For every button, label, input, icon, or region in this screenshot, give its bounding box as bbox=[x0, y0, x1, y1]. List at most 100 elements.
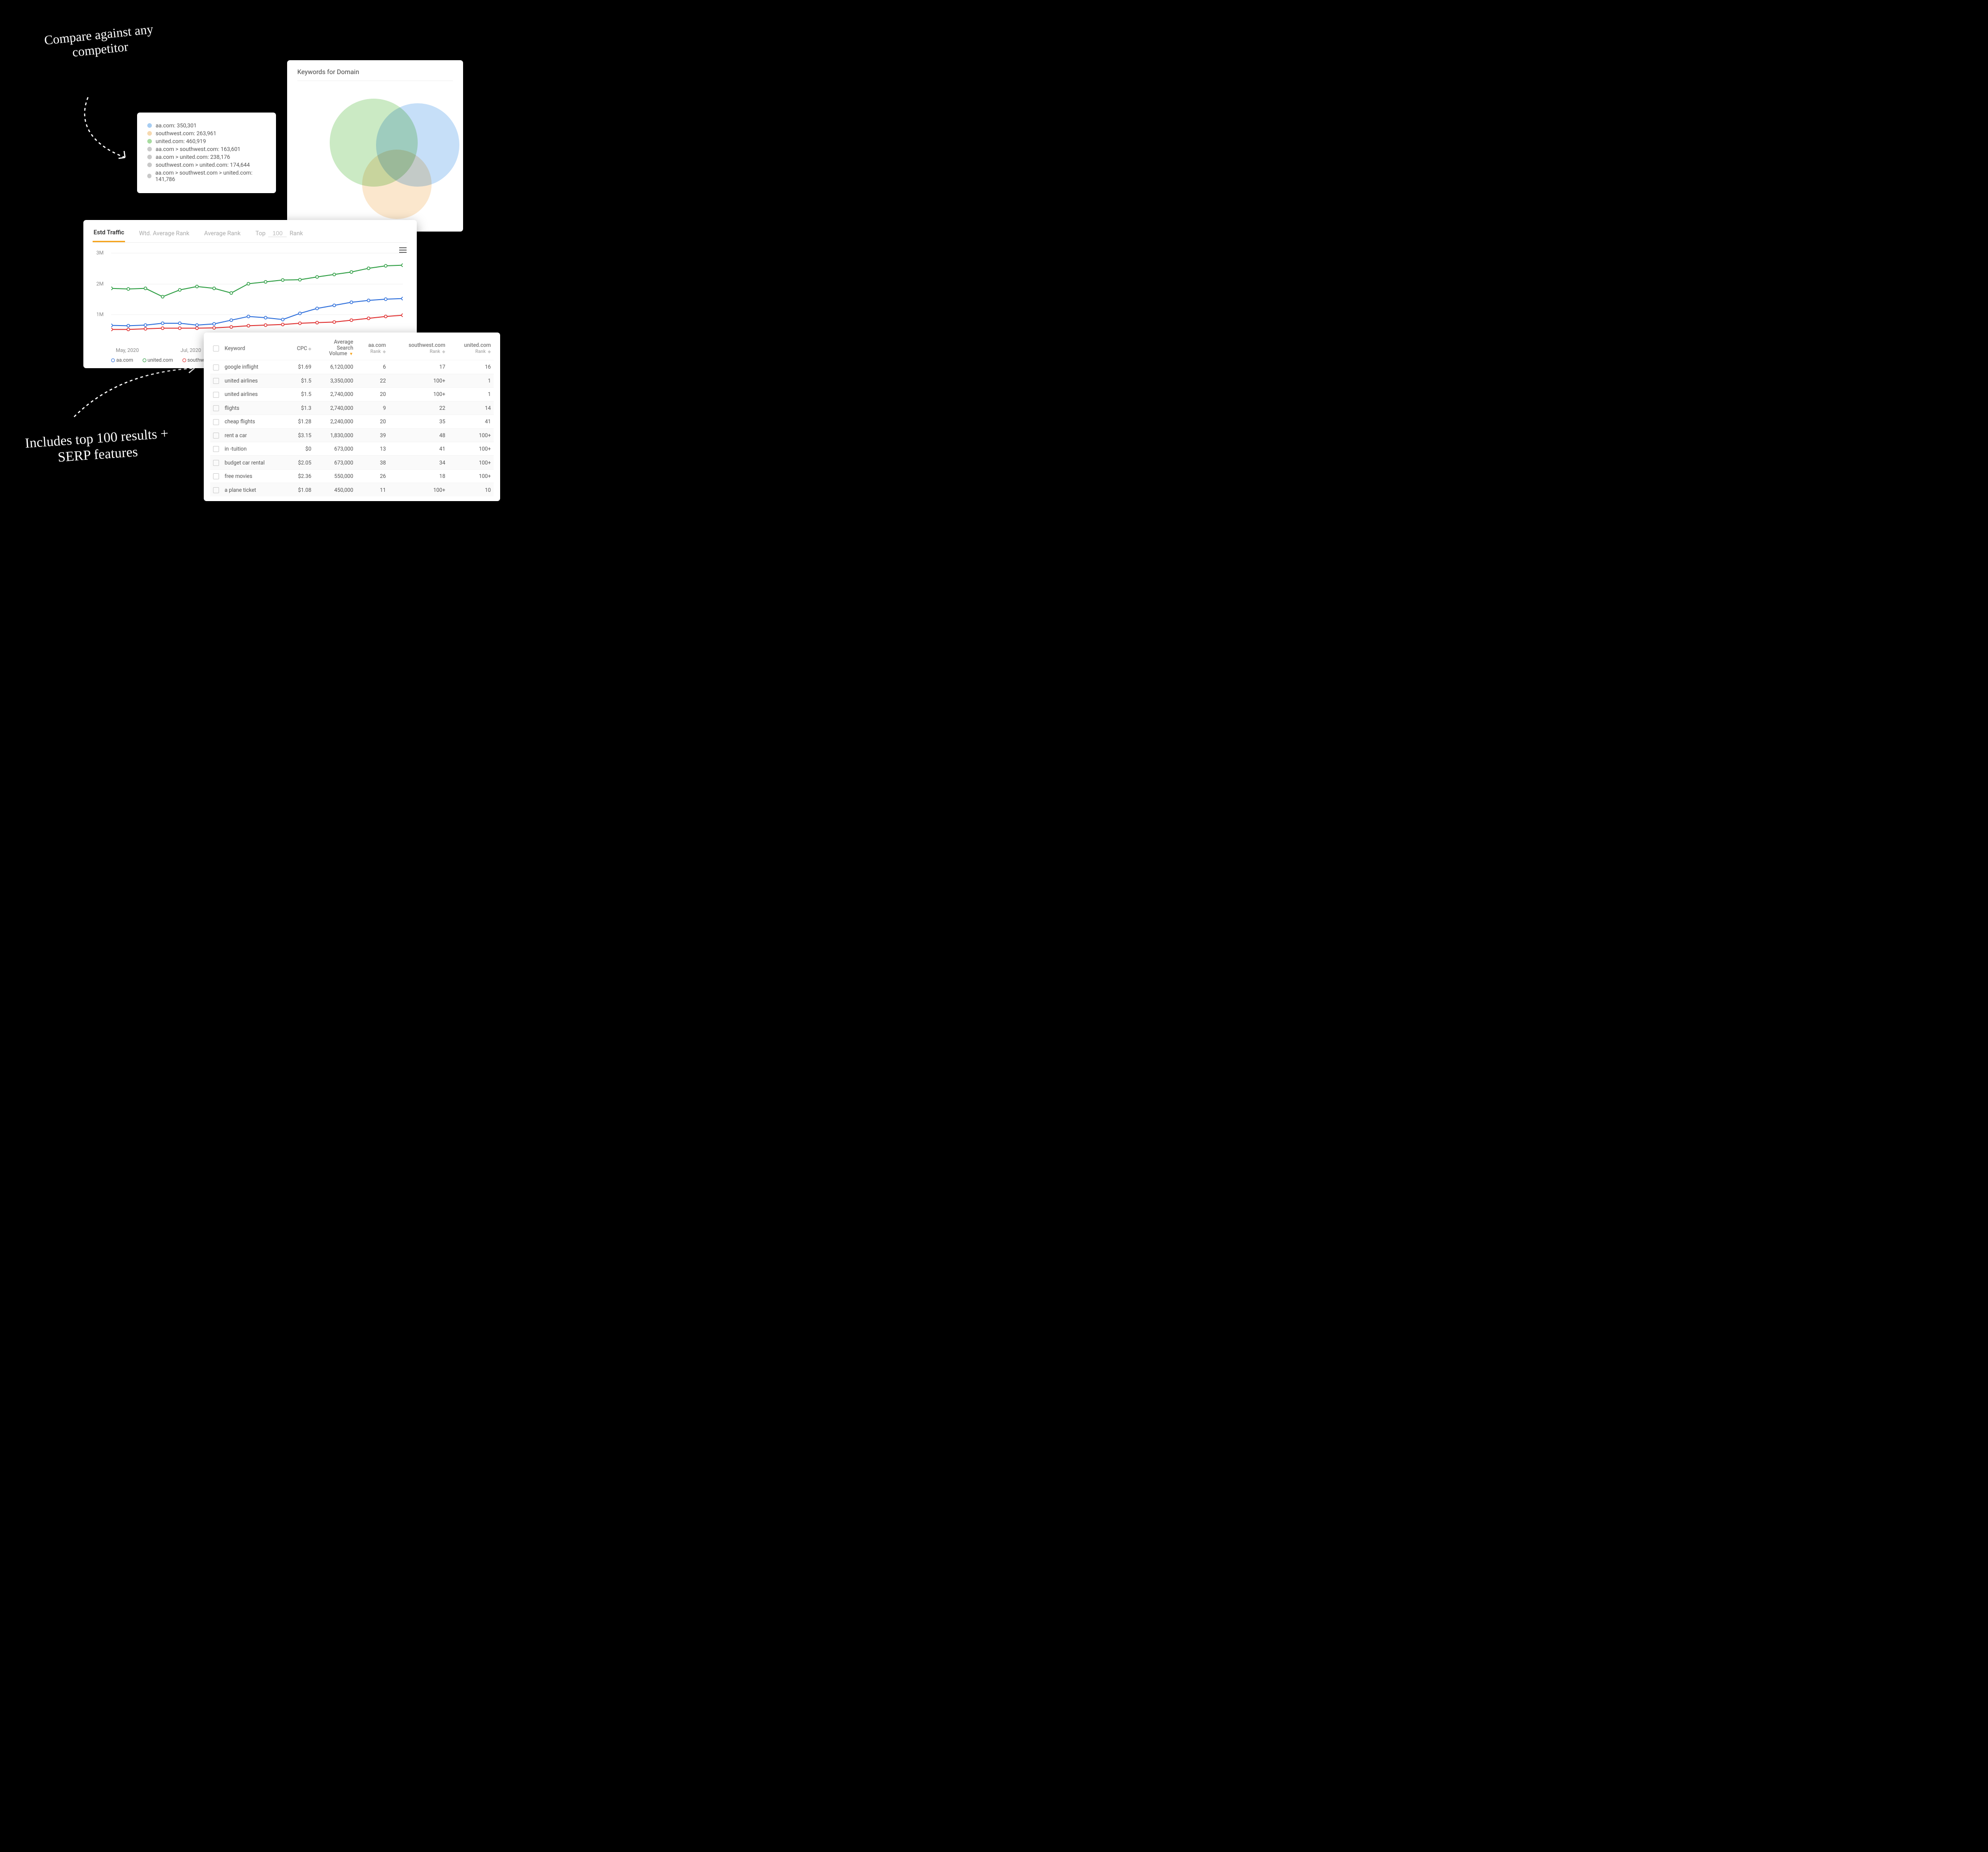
row-checkbox[interactable] bbox=[213, 473, 219, 479]
legend-dot bbox=[147, 163, 152, 167]
tab-avg-rank[interactable]: Average Rank bbox=[203, 226, 242, 242]
cell-cpc: $1.5 bbox=[286, 374, 314, 387]
table-row[interactable]: rent a car $3.15 1,830,000 39 48 100+ bbox=[210, 428, 494, 442]
row-checkbox[interactable] bbox=[213, 419, 219, 425]
point bbox=[247, 315, 250, 318]
cell-rank-southwest: 17 bbox=[389, 360, 448, 374]
point bbox=[111, 287, 113, 290]
row-checkbox[interactable] bbox=[213, 364, 219, 370]
cell-rank-aa: 26 bbox=[356, 469, 389, 483]
point bbox=[127, 328, 130, 331]
row-checkbox[interactable] bbox=[213, 433, 219, 439]
select-all-checkbox[interactable] bbox=[213, 345, 219, 352]
table-row[interactable]: flights $1.3 2,740,000 9 22 14 bbox=[210, 401, 494, 414]
cell-rank-southwest: 35 bbox=[389, 415, 448, 428]
table-row[interactable]: free movies $2.36 550,000 26 18 100+ bbox=[210, 469, 494, 483]
table-row[interactable]: united airlines $1.5 3,350,000 22 100+ 1 bbox=[210, 374, 494, 387]
col-cpc[interactable]: CPC◆ bbox=[286, 336, 314, 360]
cell-keyword: rent a car bbox=[222, 428, 286, 442]
legend-item: southwest.com: 263,961 bbox=[147, 130, 266, 137]
cell-rank-united: 1 bbox=[448, 388, 494, 401]
tab-wtd-avg-rank[interactable]: Wtd. Average Rank bbox=[138, 226, 190, 242]
point bbox=[144, 287, 147, 290]
cell-keyword: free movies bbox=[222, 469, 286, 483]
point bbox=[350, 301, 353, 304]
table-row[interactable]: cheap flights $1.28 2,240,000 20 35 41 bbox=[210, 415, 494, 428]
legend-dot bbox=[147, 123, 152, 128]
point bbox=[213, 287, 215, 290]
cell-volume: 450,000 bbox=[314, 483, 356, 496]
cell-rank-southwest: 18 bbox=[389, 469, 448, 483]
cell-rank-united: 16 bbox=[448, 360, 494, 374]
annotation-top: Compare against any competitor bbox=[40, 22, 158, 63]
point bbox=[282, 323, 284, 326]
col-avg-search-volume[interactable]: Average Search Volume ▼ bbox=[314, 336, 356, 360]
venn-diagram bbox=[297, 85, 453, 219]
point bbox=[178, 322, 181, 325]
legend-text: southwest.com > united.com: 174,644 bbox=[156, 162, 250, 168]
cell-keyword: a plane ticket bbox=[222, 483, 286, 496]
table-row[interactable]: a plane ticket $1.08 450,000 11 100+ 10 bbox=[210, 483, 494, 496]
table-row[interactable]: budget car rental $2.05 673,000 38 34 10… bbox=[210, 456, 494, 469]
keyword-table-card: Keyword CPC◆ Average Search Volume ▼ aa.… bbox=[204, 333, 500, 501]
legend-text: united.com: 460,919 bbox=[156, 138, 206, 144]
legend-text: southwest.com: 263,961 bbox=[156, 130, 216, 137]
legend-card: aa.com: 350,301southwest.com: 263,961uni… bbox=[137, 113, 276, 193]
point bbox=[384, 315, 387, 318]
point bbox=[384, 298, 387, 301]
point bbox=[178, 327, 181, 330]
col-southwest[interactable]: southwest.comRank ◆ bbox=[389, 336, 448, 360]
point bbox=[350, 270, 353, 273]
legend-text: aa.com > southwest.com > united.com: 141… bbox=[155, 170, 266, 182]
row-checkbox[interactable] bbox=[213, 378, 219, 384]
rank-label: Rank bbox=[289, 230, 303, 237]
point bbox=[111, 324, 113, 327]
cell-volume: 2,740,000 bbox=[314, 401, 356, 414]
row-checkbox[interactable] bbox=[213, 405, 219, 411]
top-rank-input[interactable] bbox=[268, 230, 287, 237]
point bbox=[161, 295, 164, 298]
table-row[interactable]: united airlines $1.5 2,740,000 20 100+ 1 bbox=[210, 388, 494, 401]
tab-top-rank: Top Rank bbox=[255, 226, 304, 242]
point bbox=[144, 324, 147, 326]
point bbox=[144, 327, 147, 330]
point bbox=[384, 264, 387, 267]
point bbox=[350, 319, 353, 321]
cell-rank-united: 10 bbox=[448, 483, 494, 496]
point bbox=[401, 314, 403, 317]
row-checkbox[interactable] bbox=[213, 392, 219, 398]
point bbox=[161, 322, 164, 325]
xlabel-0: May, 2020 bbox=[116, 347, 139, 353]
row-checkbox[interactable] bbox=[213, 487, 219, 493]
ytick: 2M bbox=[96, 281, 104, 287]
legend-dot bbox=[147, 174, 151, 178]
cell-rank-united: 41 bbox=[448, 415, 494, 428]
tab-estd-traffic[interactable]: Estd Traffic bbox=[93, 226, 125, 242]
row-checkbox[interactable] bbox=[213, 460, 219, 466]
cell-cpc: $1.28 bbox=[286, 415, 314, 428]
point bbox=[401, 297, 403, 300]
point bbox=[161, 327, 164, 330]
table-row[interactable]: google inflight $1.69 6,120,000 6 17 16 bbox=[210, 360, 494, 374]
cell-rank-southwest: 48 bbox=[389, 428, 448, 442]
col-united[interactable]: united.comRank ◆ bbox=[448, 336, 494, 360]
cell-keyword: budget car rental bbox=[222, 456, 286, 469]
cell-cpc: $2.36 bbox=[286, 469, 314, 483]
cell-cpc: $1.5 bbox=[286, 388, 314, 401]
row-checkbox[interactable] bbox=[213, 446, 219, 452]
point bbox=[195, 324, 198, 326]
point bbox=[367, 317, 370, 320]
cell-rank-aa: 11 bbox=[356, 483, 389, 496]
cell-volume: 3,350,000 bbox=[314, 374, 356, 387]
point bbox=[333, 273, 336, 276]
point bbox=[316, 321, 319, 324]
cell-rank-aa: 9 bbox=[356, 401, 389, 414]
point bbox=[178, 289, 181, 291]
cell-rank-aa: 20 bbox=[356, 415, 389, 428]
cell-rank-aa: 20 bbox=[356, 388, 389, 401]
col-keyword[interactable]: Keyword bbox=[222, 336, 286, 360]
col-aa[interactable]: aa.comRank ◆ bbox=[356, 336, 389, 360]
table-row[interactable]: in -tuition $0 673,000 13 41 100+ bbox=[210, 442, 494, 455]
legend-text: aa.com: 350,301 bbox=[156, 122, 197, 129]
cell-keyword: united airlines bbox=[222, 374, 286, 387]
